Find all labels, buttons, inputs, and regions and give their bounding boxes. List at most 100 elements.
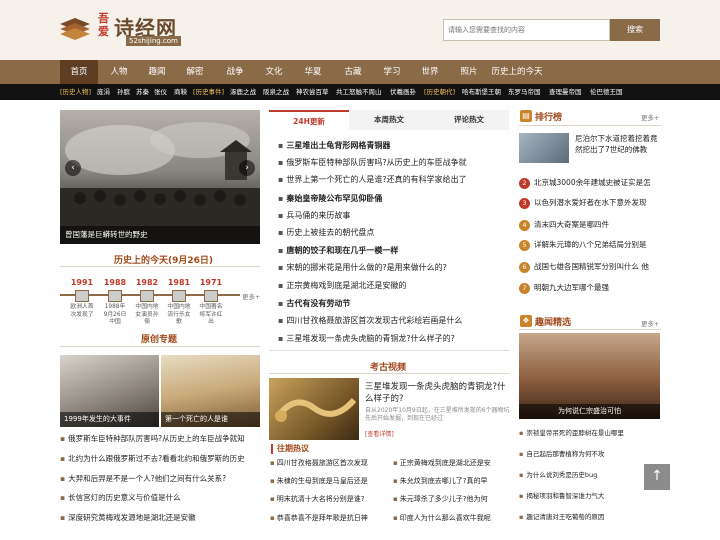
rank-item[interactable]: 3 以色列潜水爱好者在水下意外发现 [519, 197, 661, 209]
subnav-link[interactable]: 苏秦 [136, 84, 149, 100]
hot-title[interactable]: 考古视频 [370, 360, 406, 373]
news-item[interactable]: ▪ 古代有没有劳动节 [278, 298, 508, 309]
timeline-event-text[interactable]: 欧洲人首次发现了 [70, 304, 94, 319]
subnav-link[interactable]: 张仪 [154, 84, 167, 100]
rank-item[interactable]: 4 清末四大奇案是哪四件 [519, 219, 661, 231]
list-item[interactable]: ▪ 四川甘孜格聂旅游区首次发现 [270, 458, 386, 468]
subnav-tag-people[interactable]: [历史人物] [60, 84, 91, 100]
list-item[interactable]: ▪ 正宗黄梅戏到底是湖北还是安 [393, 458, 509, 468]
rank-item[interactable]: 2 北京城3000余年建城史被证实是怎 [519, 177, 661, 189]
search-input[interactable] [443, 19, 610, 41]
nav-culture[interactable]: 文化 [255, 60, 293, 84]
news-item[interactable]: ▪ 三星堆发现一条虎头虎脑的青铜龙?什么样子的? [278, 333, 508, 344]
subnav-link[interactable]: 查理曼帝国 [549, 84, 582, 100]
carousel-prev-icon[interactable]: ‹ [65, 160, 81, 176]
list-item[interactable]: ▪ 深度研究黄梅戏发源地是湖北还是安徽 [60, 512, 260, 523]
site-logo[interactable]: 吾爱 诗经网 52shijing.com [58, 12, 188, 46]
fun-more-link[interactable]: 更多+ [641, 318, 659, 328]
banner-caption[interactable]: 曾国藩是巨蟒转世的野史 [60, 226, 260, 244]
fun-image-caption[interactable]: 为何说仁宗盛治可怕 [519, 404, 660, 419]
timeline-thumbnail[interactable] [204, 290, 218, 302]
nav-world[interactable]: 世界 [411, 60, 449, 84]
nav-antiques[interactable]: 古藏 [334, 60, 372, 84]
tab-comments[interactable]: 评论热文 [429, 110, 509, 130]
today-title[interactable]: 历史上的今天(9月26日) [114, 253, 213, 266]
list-item[interactable]: ▪ 印度人为什么那么喜欢牛我呢 [393, 513, 509, 523]
subnav-link[interactable]: 东罗马帝国 [508, 84, 541, 100]
rank-item[interactable]: 7 明朝九大边军哪个最强 [519, 282, 661, 294]
list-item[interactable]: ▪ 揭秘项羽和鲁智深谁力气大 [519, 490, 661, 500]
nav-anecdotes[interactable]: 趣闻 [138, 60, 176, 84]
rank-more-link[interactable]: 更多+ [641, 112, 659, 122]
today-more-link[interactable]: 更多+ [242, 291, 260, 301]
topic-image[interactable]: 第一个死亡的人是谁 [161, 355, 260, 427]
rank-item[interactable]: 6 战国七雄各国精锐军分别叫什么 他 [519, 261, 661, 273]
list-item[interactable]: ▪ 朱元璋杀了多少儿子?他为何 [393, 494, 509, 504]
news-item[interactable]: ▪ 兵马俑的来历故事 [278, 210, 508, 221]
list-item[interactable]: ▪ 自己起后那曹植称为何不攻 [519, 448, 661, 458]
timeline-thumbnail[interactable] [108, 290, 122, 302]
news-item[interactable]: ▪ 三星堆出土龟背形网格青铜器 [278, 140, 508, 151]
subnav-link[interactable]: 神农尝百草 [296, 84, 329, 100]
news-item[interactable]: ▪ 世界上第一个死亡的人是谁?还真的有科学家给出了 [278, 174, 508, 185]
timeline-thumbnail[interactable] [140, 290, 154, 302]
news-item[interactable]: ▪ 宋朝的挪米花是用什么做的?是用来做什么的? [278, 262, 508, 273]
timeline-year[interactable]: 1981 [166, 278, 192, 287]
subnav-tag-events[interactable]: [历史事件] [193, 84, 224, 100]
news-item[interactable]: ▪ 俄罗斯车臣特种部队厉害吗?从历史上的车臣战争就 [278, 157, 508, 168]
rank-item[interactable]: 5 详解朱元璋的八个兄弟结局分别是 [519, 239, 661, 251]
nav-people[interactable]: 人物 [100, 60, 138, 84]
subnav-link[interactable]: 伦巴德王国 [590, 84, 623, 100]
list-item[interactable]: ▪ 为什么说刘秀是历史bug [519, 469, 661, 479]
timeline-event-text[interactable]: 1988年9月26日中国 [103, 304, 127, 327]
tab-weekly[interactable]: 本周热文 [349, 110, 429, 130]
rank-title[interactable]: 排行榜 [535, 110, 562, 123]
timeline-year[interactable]: 1991 [69, 278, 95, 287]
list-item[interactable]: ▪ 俄罗斯车臣特种部队厉害吗?从历史上的车臣战争就知 [60, 433, 260, 444]
timeline-thumbnail[interactable] [172, 290, 186, 302]
rank-top-title[interactable]: 尼泊尔下水道挖着挖着竟然挖出了7世纪的佛教 [575, 133, 661, 155]
topic-caption[interactable]: 第一个死亡的人是谁 [161, 412, 260, 427]
timeline-thumbnail[interactable] [75, 290, 89, 302]
feature-title[interactable]: 三星堆发现一条虎头虎脑的青铜龙?什么样子的? [365, 381, 510, 405]
list-item[interactable]: ▪ 朱允炆到底去哪儿了?真的早 [393, 476, 509, 486]
timeline-event-text[interactable]: 中国著名将军许红出 [199, 304, 223, 327]
nav-today-in-history[interactable]: 历史上的今天 [488, 60, 546, 84]
topics-title[interactable]: 原创专题 [141, 332, 177, 345]
carousel-next-icon[interactable]: › [239, 160, 255, 176]
search-button[interactable]: 搜索 [610, 19, 660, 41]
news-item[interactable]: ▪ 历史上被挂去的朝代盘点 [278, 227, 508, 238]
subnav-link[interactable]: 阪泉之战 [263, 84, 289, 100]
nav-home[interactable]: 首页 [60, 60, 98, 84]
subnav-tag-dynasties[interactable]: [历史朝代] [424, 84, 455, 100]
rank-top-image[interactable] [519, 133, 569, 163]
nav-war[interactable]: 战争 [216, 60, 254, 84]
list-item[interactable]: ▪ 恭喜恭喜不是拜年歌是抗日神 [270, 513, 386, 523]
past-title[interactable]: 往期热议 [277, 443, 309, 454]
subnav-link[interactable]: 共工怒触不周山 [336, 84, 382, 100]
news-item[interactable]: ▪ 唐朝的饺子和现在几乎一模一样 [278, 245, 508, 256]
fun-title[interactable]: 趣闻精选 [535, 315, 571, 328]
list-item[interactable]: ▪ 长信宫灯的历史意义与价值是什么 [60, 492, 260, 503]
back-to-top-icon[interactable]: ↑ [644, 464, 670, 490]
news-item[interactable]: ▪ 正宗黄梅戏到底是湖北还是安徽的 [278, 280, 508, 291]
nav-study[interactable]: 学习 [373, 60, 411, 84]
list-item[interactable]: ▪ 崇祯皇帝吊死的歪脖树在景山哪里 [519, 427, 661, 437]
timeline-event-text[interactable]: 中国内地女演员孙俪 [135, 304, 159, 327]
news-item[interactable]: ▪ 秦始皇帝陵公布罕见仰卧俑 [278, 193, 508, 204]
banner-carousel[interactable]: ‹ › 曾国藩是巨蟒转世的野史 [60, 110, 260, 244]
timeline-event-text[interactable]: 中国内地流行乐女歌 [167, 304, 191, 327]
fun-image[interactable]: 为何说仁宗盛治可怕 [519, 333, 660, 419]
timeline-year[interactable]: 1988 [102, 278, 128, 287]
subnav-link[interactable]: 哈布斯堡王朝 [462, 84, 501, 100]
timeline-year[interactable]: 1982 [134, 278, 160, 287]
subnav-link[interactable]: 伏羲画卦 [390, 84, 416, 100]
subnav-link[interactable]: 庞涓 [97, 84, 110, 100]
list-item[interactable]: ▪ 趣记清唐对王吃葡萄的原因 [519, 511, 661, 521]
tab-24h[interactable]: 24H更新 [269, 110, 349, 130]
topic-image[interactable]: 1999年发生的大事件 [60, 355, 159, 427]
subnav-link[interactable]: 涿鹿之战 [230, 84, 256, 100]
list-item[interactable]: ▪ 大羿和后羿是不是一个人?他们之间有什么关系? [60, 473, 260, 484]
topic-caption[interactable]: 1999年发生的大事件 [60, 412, 159, 427]
news-item[interactable]: ▪ 四川甘孜格聂旅游区首次发现古代彩绘岩画是什么 [278, 315, 508, 326]
